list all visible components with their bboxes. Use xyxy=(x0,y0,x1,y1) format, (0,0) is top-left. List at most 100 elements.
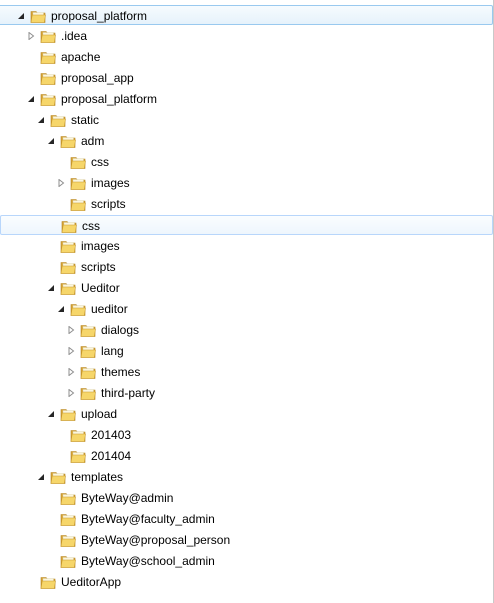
tree-item-dialogs[interactable]: dialogs xyxy=(0,320,493,340)
tree-item-label: static xyxy=(71,113,100,127)
tree-item-label: UeditorApp xyxy=(61,575,122,589)
folder-icon xyxy=(61,218,77,234)
folder-icon xyxy=(80,364,96,380)
folder-icon xyxy=(30,8,46,24)
tree-item-ueditor-app[interactable]: UeditorApp xyxy=(0,572,493,592)
tree-item-static[interactable]: static xyxy=(0,110,493,130)
collapsed-arrow-icon[interactable] xyxy=(67,389,75,397)
folder-icon xyxy=(60,280,76,296)
tree-item-byteway-admin[interactable]: ByteWay@admin xyxy=(0,488,493,508)
folder-icon xyxy=(70,196,86,212)
tree-item-label: Ueditor xyxy=(81,281,120,295)
tree-item-label: .idea xyxy=(61,29,88,43)
expanded-arrow-icon[interactable] xyxy=(47,284,55,292)
tree-item-upload[interactable]: upload xyxy=(0,404,493,424)
tree-item-label: templates xyxy=(71,470,124,484)
tree-item-label: 201403 xyxy=(91,428,132,442)
folder-icon xyxy=(60,406,76,422)
folder-icon xyxy=(70,154,86,170)
tree-item-third-party[interactable]: third-party xyxy=(0,383,493,403)
tree-item-templates[interactable]: templates xyxy=(0,467,493,487)
tree-item-label: scripts xyxy=(91,197,126,211)
collapsed-arrow-icon[interactable] xyxy=(27,32,35,40)
tree-item-byteway-faculty-admin[interactable]: ByteWay@faculty_admin xyxy=(0,509,493,529)
tree-item-label: ueditor xyxy=(91,302,128,316)
tree-item-label: upload xyxy=(81,407,118,421)
tree-item-adm[interactable]: adm xyxy=(0,131,493,151)
tree-item-upload-201403[interactable]: 201403 xyxy=(0,425,493,445)
tree-item-label: scripts xyxy=(81,260,116,274)
tree-item-label: ByteWay@admin xyxy=(81,491,174,505)
collapsed-arrow-icon[interactable] xyxy=(67,347,75,355)
tree-item-apache[interactable]: apache xyxy=(0,47,493,67)
tree-item-adm-css[interactable]: css xyxy=(0,152,493,172)
folder-icon xyxy=(40,70,56,86)
expanded-arrow-icon[interactable] xyxy=(47,137,55,145)
folder-icon xyxy=(60,259,76,275)
tree-item-label: third-party xyxy=(101,386,156,400)
expanded-arrow-icon[interactable] xyxy=(47,410,55,418)
tree-item-label: apache xyxy=(61,50,101,64)
tree-item-label: ByteWay@proposal_person xyxy=(81,533,231,547)
tree-item-adm-scripts[interactable]: scripts xyxy=(0,194,493,214)
collapsed-arrow-icon[interactable] xyxy=(67,326,75,334)
folder-icon xyxy=(70,427,86,443)
expanded-arrow-icon[interactable] xyxy=(37,473,45,481)
tree-item-adm-images[interactable]: images xyxy=(0,173,493,193)
tree-item-ueditor-parent[interactable]: Ueditor xyxy=(0,278,493,298)
folder-tree: proposal_platform .idea apache proposal_app… xyxy=(0,0,494,603)
folder-icon xyxy=(40,49,56,65)
tree-item-ueditor[interactable]: ueditor xyxy=(0,299,493,319)
tree-item-idea[interactable]: .idea xyxy=(0,26,493,46)
folder-icon xyxy=(60,553,76,569)
expanded-arrow-icon[interactable] xyxy=(17,12,25,20)
scrolled-off-row xyxy=(0,0,493,3)
folder-icon xyxy=(60,133,76,149)
tree-item-scripts[interactable]: scripts xyxy=(0,257,493,277)
tree-item-label: proposal_app xyxy=(61,71,134,85)
tree-item-label: themes xyxy=(101,365,141,379)
tree-item-label: adm xyxy=(81,134,105,148)
tree-item-lang[interactable]: lang xyxy=(0,341,493,361)
tree-item-label: dialogs xyxy=(101,323,140,337)
tree-item-byteway-proposal-person[interactable]: ByteWay@proposal_person xyxy=(0,530,493,550)
tree-item-label: lang xyxy=(101,344,124,358)
folder-icon xyxy=(50,112,66,128)
tree-item-proposal-app[interactable]: proposal_app xyxy=(0,68,493,88)
tree-item-proposal-platform-root[interactable]: proposal_platform xyxy=(0,5,493,25)
folder-icon xyxy=(60,532,76,548)
folder-icon xyxy=(50,469,66,485)
folder-icon xyxy=(60,238,76,254)
tree-item-label: css xyxy=(82,219,100,233)
collapsed-arrow-icon[interactable] xyxy=(57,179,65,187)
tree-item-upload-201404[interactable]: 201404 xyxy=(0,446,493,466)
expanded-arrow-icon[interactable] xyxy=(27,95,35,103)
tree-item-label: proposal_platform xyxy=(51,9,148,23)
collapsed-arrow-icon[interactable] xyxy=(67,368,75,376)
tree-item-images[interactable]: images xyxy=(0,236,493,256)
folder-icon xyxy=(60,511,76,527)
folder-icon xyxy=(70,175,86,191)
folder-icon xyxy=(70,301,86,317)
tree-item-label: 201404 xyxy=(91,449,132,463)
tree-item-themes[interactable]: themes xyxy=(0,362,493,382)
folder-icon xyxy=(40,91,56,107)
folder-icon xyxy=(70,448,86,464)
folder-icon xyxy=(80,343,96,359)
tree-item-label: css xyxy=(91,155,109,169)
tree-item-label: images xyxy=(81,239,120,253)
tree-item-label: ByteWay@faculty_admin xyxy=(81,512,215,526)
tree-item-byteway-school-admin[interactable]: ByteWay@school_admin xyxy=(0,551,493,571)
folder-icon xyxy=(60,490,76,506)
expanded-arrow-icon[interactable] xyxy=(37,116,45,124)
folder-icon xyxy=(80,322,96,338)
expanded-arrow-icon[interactable] xyxy=(57,305,65,313)
folder-icon xyxy=(80,385,96,401)
folder-icon xyxy=(40,574,56,590)
tree-item-proposal-platform[interactable]: proposal_platform xyxy=(0,89,493,109)
tree-item-label: proposal_platform xyxy=(61,92,158,106)
tree-item-label: images xyxy=(91,176,130,190)
tree-item-label: ByteWay@school_admin xyxy=(81,554,215,568)
tree-item-css[interactable]: css xyxy=(0,215,493,235)
folder-icon xyxy=(40,28,56,44)
